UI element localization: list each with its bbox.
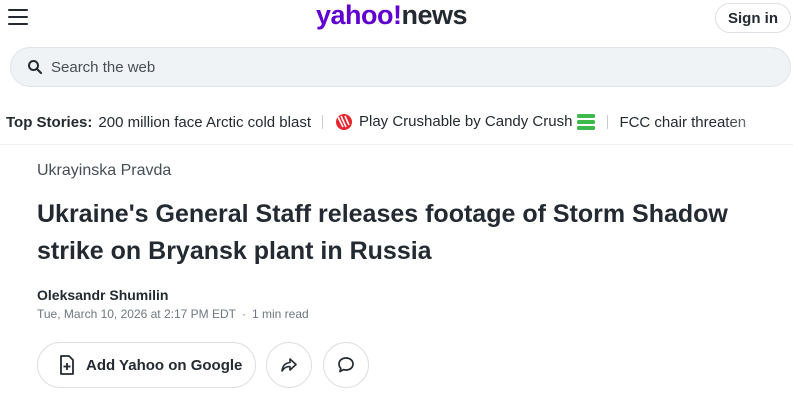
section-divider — [0, 144, 793, 145]
search-input[interactable] — [51, 58, 651, 76]
add-yahoo-on-google-button[interactable]: Add Yahoo on Google — [37, 342, 256, 388]
ticker-divider — [322, 115, 323, 129]
stack-icon — [577, 114, 596, 130]
ticker-fade-overlay — [723, 110, 793, 134]
comment-button[interactable] — [323, 342, 369, 388]
top-stories-label: Top Stories: — [6, 113, 93, 131]
share-button[interactable] — [266, 342, 312, 388]
article-headline: Ukraine's General Staff releases footage… — [37, 200, 728, 265]
logo-yahoo-text: yahoo! — [316, 0, 402, 30]
yahoo-news-logo[interactable]: yahoo! news — [316, 0, 468, 36]
ticker-story-2[interactable]: Play Crushable by Candy Crush — [334, 112, 596, 132]
comment-icon — [338, 357, 354, 373]
article-read-time: 1 min read — [251, 307, 309, 321]
site-header: yahoo! news Sign in — [0, 0, 793, 40]
ticker-divider — [607, 115, 609, 129]
share-icon — [281, 358, 297, 372]
candy-crush-icon — [336, 114, 352, 130]
top-stories-ticker: Top Stories: 200 million face Arctic col… — [0, 110, 793, 134]
article-timestamp: Tue, March 10, 2026 at 2:17 PM EDT — [37, 307, 236, 321]
add-bookmark-icon — [60, 355, 74, 375]
menu-icon[interactable] — [8, 9, 28, 27]
add-yahoo-on-google-label: Add Yahoo on Google — [86, 356, 243, 374]
search-bar[interactable] — [10, 47, 791, 87]
ticker-story-1[interactable]: 200 million face Arctic cold blast — [98, 114, 311, 131]
meta-separator: · — [241, 307, 246, 321]
sign-in-button[interactable]: Sign in — [715, 3, 791, 33]
article-author[interactable]: Oleksandr Shumilin — [37, 287, 168, 303]
search-icon — [28, 60, 43, 75]
article-source[interactable]: Ukrayinska Pravda — [37, 162, 171, 180]
logo-news-text: news — [401, 0, 468, 30]
ticker-story-2-label: Play Crushable by Candy Crush — [359, 112, 573, 130]
article-meta: Tue, March 10, 2026 at 2:17 PM EDT · 1 min… — [37, 307, 309, 321]
